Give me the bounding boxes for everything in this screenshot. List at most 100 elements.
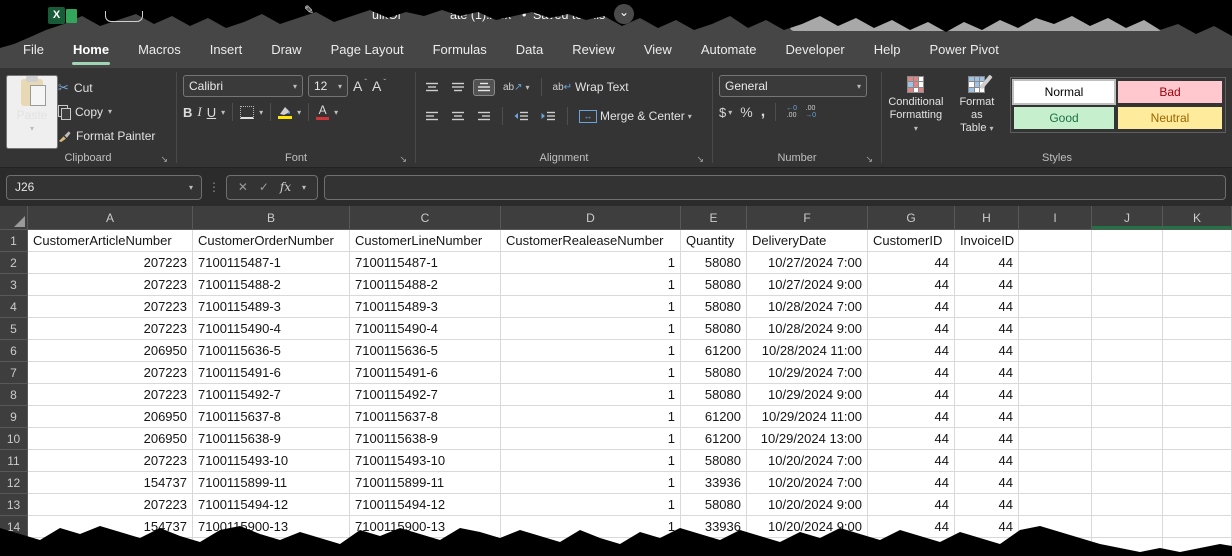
cell-H10[interactable]: 44 — [955, 428, 1019, 450]
cell-C14[interactable]: 7100115900-13 — [350, 516, 501, 538]
cell-E11[interactable]: 58080 — [681, 450, 747, 472]
decrease-decimal-button[interactable]: .00→0 — [805, 105, 816, 119]
cell-K12[interactable] — [1163, 472, 1232, 494]
chevron-down-icon[interactable]: ▾ — [334, 108, 338, 117]
cell-H6[interactable]: 44 — [955, 340, 1019, 362]
column-header-K[interactable]: K — [1163, 206, 1232, 230]
cell-C10[interactable]: 7100115638-9 — [350, 428, 501, 450]
cell-F3[interactable]: 10/27/2024 9:00 — [747, 274, 868, 296]
chevron-down-icon[interactable]: ▾ — [302, 183, 306, 192]
cell-K10[interactable] — [1163, 428, 1232, 450]
cell-A3[interactable]: 207223 — [28, 274, 193, 296]
cell-K13[interactable] — [1163, 494, 1232, 516]
cell-style-normal[interactable]: Normal — [1014, 81, 1114, 103]
cell-K15[interactable] — [1163, 538, 1232, 556]
cell-J7[interactable] — [1092, 362, 1163, 384]
cell-G3[interactable]: 44 — [868, 274, 955, 296]
column-header-H[interactable]: H — [955, 206, 1019, 230]
cell-E6[interactable]: 61200 — [681, 340, 747, 362]
cell-F11[interactable]: 10/20/2024 7:00 — [747, 450, 868, 472]
cell-I7[interactable] — [1019, 362, 1092, 384]
grow-font-button[interactable]: Aˆ — [353, 78, 367, 94]
column-header-D[interactable]: D — [501, 206, 681, 230]
cell-D13[interactable]: 1 — [501, 494, 681, 516]
cell-H1[interactable]: InvoiceID — [955, 230, 1019, 252]
cell-I1[interactable] — [1019, 230, 1092, 252]
cell-J8[interactable] — [1092, 384, 1163, 406]
cell-K8[interactable] — [1163, 384, 1232, 406]
cell-D10[interactable]: 1 — [501, 428, 681, 450]
format-as-table-button[interactable]: Format as Table ▾ — [954, 75, 1000, 149]
cell-H4[interactable]: 44 — [955, 296, 1019, 318]
cell-H5[interactable]: 44 — [955, 318, 1019, 340]
cell-G7[interactable]: 44 — [868, 362, 955, 384]
cell-F4[interactable]: 10/28/2024 7:00 — [747, 296, 868, 318]
comma-button[interactable]: , — [761, 107, 765, 117]
menu-tab-formulas[interactable]: Formulas — [432, 40, 488, 59]
column-header-I[interactable]: I — [1019, 206, 1092, 230]
cell-B11[interactable]: 7100115493-10 — [193, 450, 350, 472]
menu-tab-review[interactable]: Review — [571, 40, 616, 59]
cell-F15[interactable] — [747, 538, 868, 556]
menu-tab-data[interactable]: Data — [515, 40, 544, 59]
cell-B9[interactable]: 7100115637-8 — [193, 406, 350, 428]
drag-handle-icon[interactable]: ⋮ — [208, 180, 220, 194]
cell-J4[interactable] — [1092, 296, 1163, 318]
cell-D14[interactable]: 1 — [501, 516, 681, 538]
cell-B14[interactable]: 7100115900-13 — [193, 516, 350, 538]
row-header-11[interactable]: 11 — [0, 450, 28, 472]
cell-I8[interactable] — [1019, 384, 1092, 406]
menu-tab-draw[interactable]: Draw — [270, 40, 302, 59]
cell-A14[interactable]: 154737 — [28, 516, 193, 538]
menu-tab-help[interactable]: Help — [873, 40, 902, 59]
wrap-text-button[interactable]: ab↵ Wrap Text — [550, 78, 632, 96]
cell-J5[interactable] — [1092, 318, 1163, 340]
align-top-button[interactable] — [422, 80, 442, 95]
cell-D2[interactable]: 1 — [501, 252, 681, 274]
cell-F9[interactable]: 10/29/2024 11:00 — [747, 406, 868, 428]
column-header-C[interactable]: C — [350, 206, 501, 230]
cell-C3[interactable]: 7100115488-2 — [350, 274, 501, 296]
cell-D11[interactable]: 1 — [501, 450, 681, 472]
increase-decimal-button[interactable]: ←0.00 — [786, 105, 797, 119]
cell-G1[interactable]: CustomerID — [868, 230, 955, 252]
currency-button[interactable]: $▾ — [719, 105, 732, 120]
cell-E12[interactable]: 33936 — [681, 472, 747, 494]
cell-style-bad[interactable]: Bad — [1118, 81, 1222, 103]
menu-tab-view[interactable]: View — [643, 40, 673, 59]
insert-function-icon[interactable]: fx — [280, 180, 291, 194]
font-size-select[interactable]: 12 ▾ — [308, 75, 348, 97]
shrink-font-button[interactable]: Aˇ — [372, 78, 386, 94]
row-header-4[interactable]: 4 — [0, 296, 28, 318]
cell-D5[interactable]: 1 — [501, 318, 681, 340]
cell-B15[interactable] — [193, 538, 350, 556]
cell-G10[interactable]: 44 — [868, 428, 955, 450]
borders-button[interactable] — [240, 106, 254, 119]
cell-A2[interactable]: 207223 — [28, 252, 193, 274]
cell-I5[interactable] — [1019, 318, 1092, 340]
cell-A6[interactable]: 206950 — [28, 340, 193, 362]
cell-C8[interactable]: 7100115492-7 — [350, 384, 501, 406]
row-header-13[interactable]: 13 — [0, 494, 28, 516]
cell-A9[interactable]: 206950 — [28, 406, 193, 428]
cell-J12[interactable] — [1092, 472, 1163, 494]
cell-G9[interactable]: 44 — [868, 406, 955, 428]
cell-B2[interactable]: 7100115487-1 — [193, 252, 350, 274]
cell-I2[interactable] — [1019, 252, 1092, 274]
cell-I13[interactable] — [1019, 494, 1092, 516]
formula-input[interactable] — [324, 175, 1226, 200]
menu-tab-power-pivot[interactable]: Power Pivot — [928, 40, 999, 59]
row-header-15[interactable]: 15 — [0, 538, 28, 556]
menu-tab-page-layout[interactable]: Page Layout — [330, 40, 405, 59]
cell-F12[interactable]: 10/20/2024 7:00 — [747, 472, 868, 494]
dialog-launcher-icon[interactable]: ↘ — [160, 155, 168, 164]
cell-style-neutral[interactable]: Neutral — [1118, 107, 1222, 129]
cell-K14[interactable] — [1163, 516, 1232, 538]
cell-H9[interactable]: 44 — [955, 406, 1019, 428]
row-header-10[interactable]: 10 — [0, 428, 28, 450]
cell-C2[interactable]: 7100115487-1 — [350, 252, 501, 274]
cell-H7[interactable]: 44 — [955, 362, 1019, 384]
number-format-select[interactable]: General ▾ — [719, 75, 867, 97]
cell-G11[interactable]: 44 — [868, 450, 955, 472]
excel-logo-icon[interactable]: X — [48, 7, 88, 25]
